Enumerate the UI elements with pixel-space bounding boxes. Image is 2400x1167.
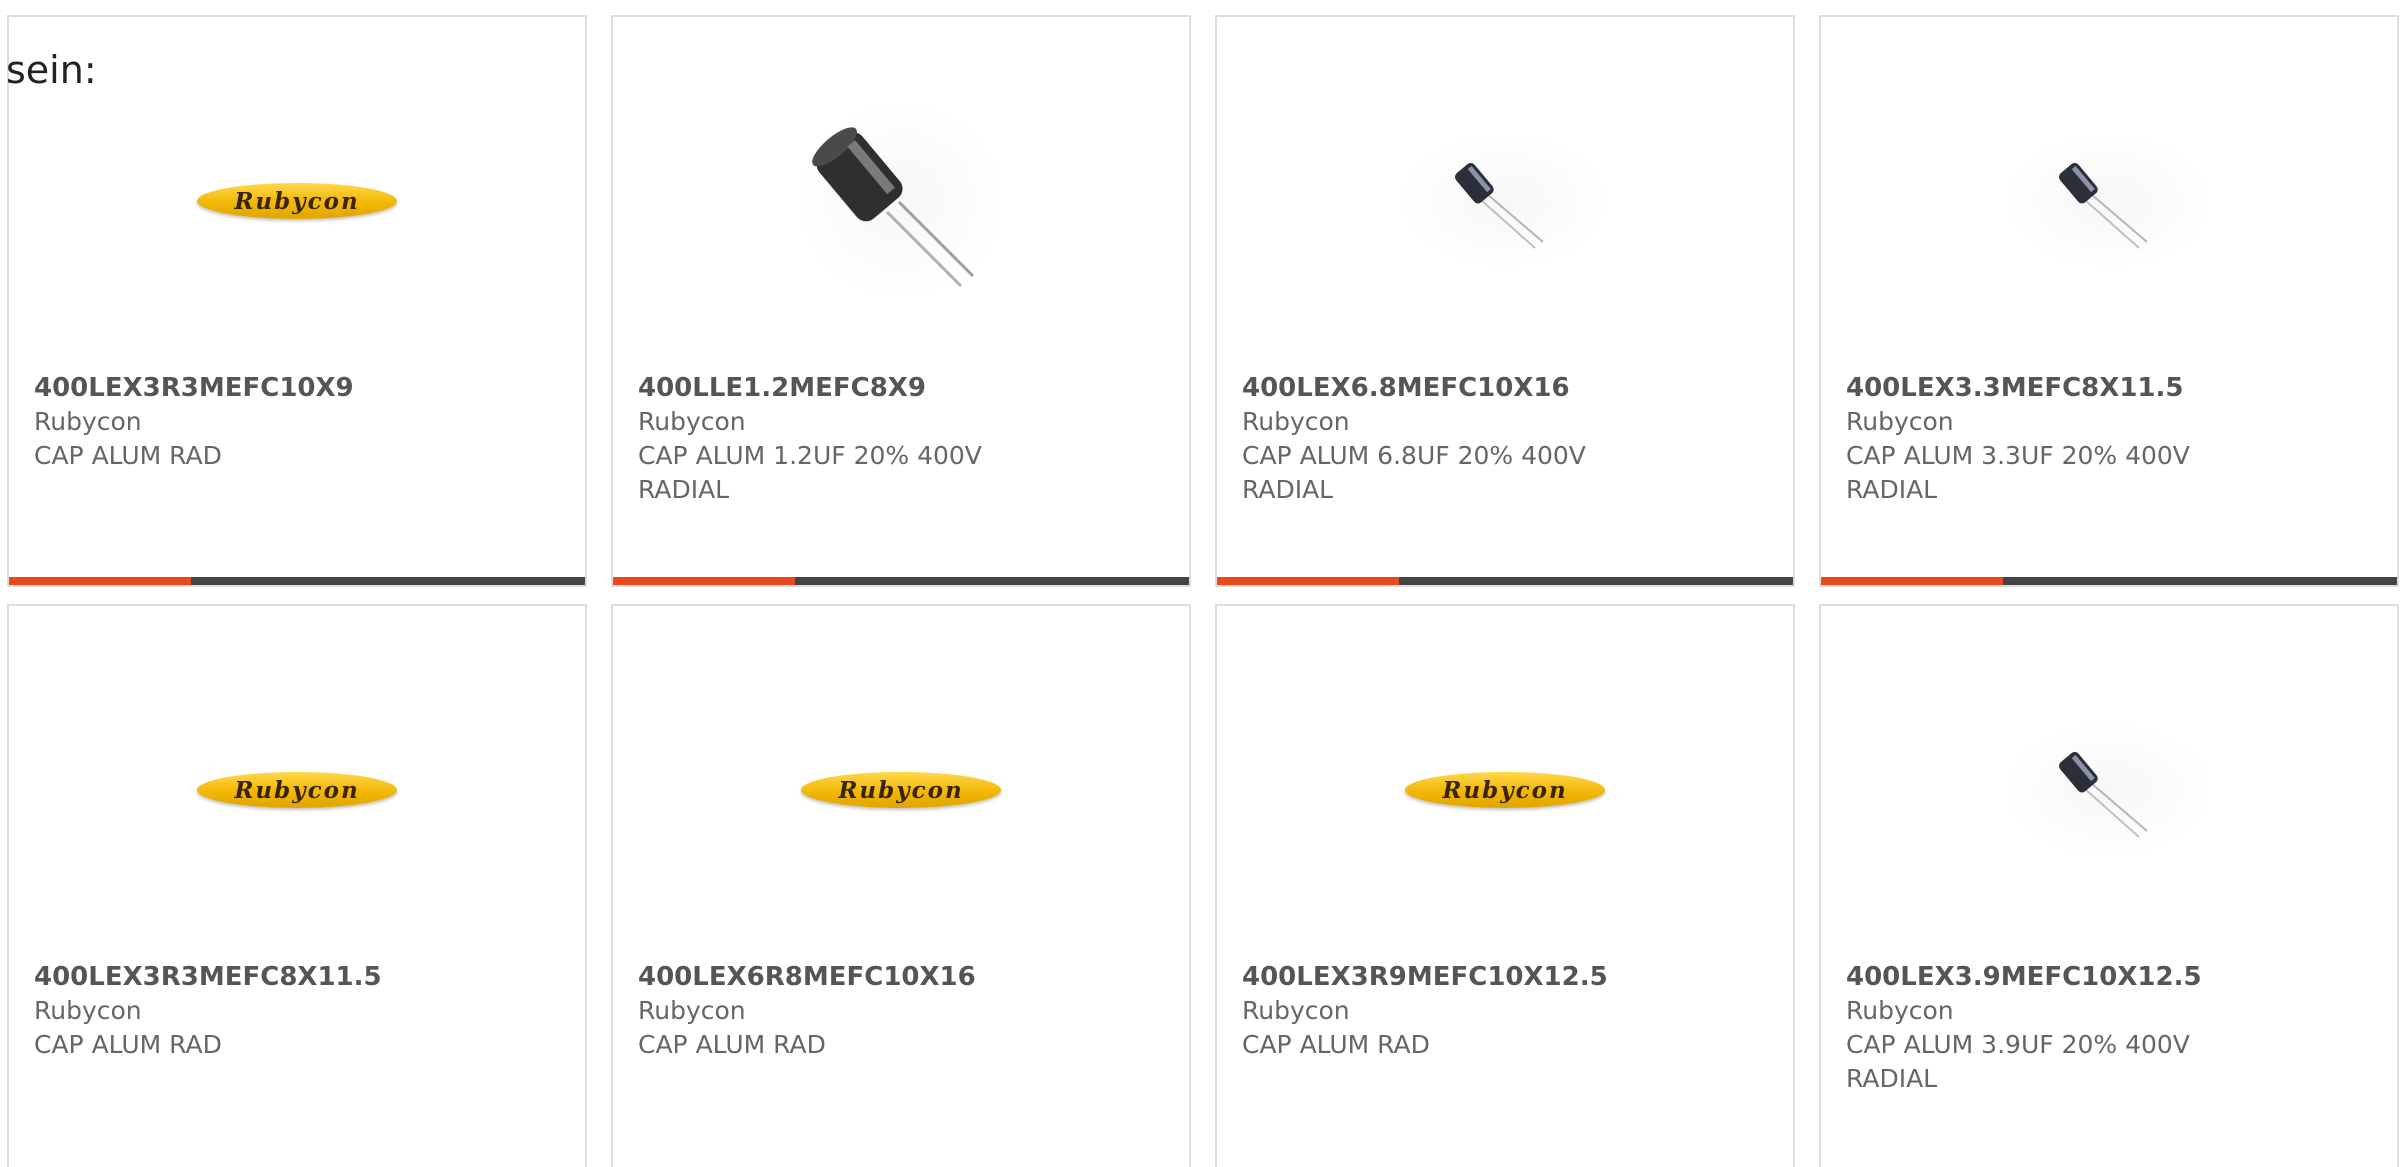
product-description-line2: RADIAL bbox=[1846, 1064, 1938, 1093]
product-description: CAP ALUM 6.8UF 20% 400V bbox=[1242, 441, 1586, 470]
capacitor-icon bbox=[1454, 163, 1544, 249]
product-description-line2: RADIAL bbox=[638, 475, 730, 504]
card-footer-bar bbox=[1821, 577, 2397, 585]
intro-text: sein: bbox=[6, 48, 97, 92]
part-number[interactable]: 400LEX3.9MEFC10X12.5 bbox=[1846, 960, 2377, 994]
product-card[interactable]: 400LLE1.2MEFC8X9 Rubycon CAP ALUM 1.2UF … bbox=[611, 15, 1191, 587]
manufacturer-name: Rubycon bbox=[1242, 996, 1350, 1025]
card-accent-bar bbox=[613, 577, 795, 585]
product-description: CAP ALUM 3.3UF 20% 400V bbox=[1846, 441, 2190, 470]
part-number[interactable]: 400LEX6.8MEFC10X16 bbox=[1242, 371, 1773, 405]
product-image: Rubycon bbox=[197, 101, 397, 301]
part-number[interactable]: 400LEX3.3MEFC8X11.5 bbox=[1846, 371, 2377, 405]
manufacturer-name: Rubycon bbox=[1846, 996, 1954, 1025]
product-card[interactable]: 400LEX3.3MEFC8X11.5 Rubycon CAP ALUM 3.3… bbox=[1819, 15, 2399, 587]
rubycon-logo: Rubycon bbox=[197, 183, 397, 219]
manufacturer-name: Rubycon bbox=[1242, 407, 1350, 436]
product-description: CAP ALUM 1.2UF 20% 400V bbox=[638, 441, 982, 470]
product-description: CAP ALUM RAD bbox=[638, 1030, 826, 1059]
manufacturer-name: Rubycon bbox=[1846, 407, 1954, 436]
product-image bbox=[2009, 101, 2209, 301]
capacitor-icon bbox=[2058, 163, 2148, 249]
card-footer-bar bbox=[613, 577, 1189, 585]
product-image: Rubycon bbox=[1405, 690, 1605, 890]
product-image: Rubycon bbox=[197, 690, 397, 890]
capacitor-photo bbox=[2009, 725, 2209, 855]
product-image bbox=[801, 101, 1001, 301]
product-description: CAP ALUM 3.9UF 20% 400V bbox=[1846, 1030, 2190, 1059]
card-accent-bar bbox=[1821, 577, 2003, 585]
product-card[interactable]: Rubycon 400LEX3R3MEFC8X11.5 Rubycon CAP … bbox=[7, 604, 587, 1167]
capacitor-icon bbox=[812, 127, 975, 288]
manufacturer-name: Rubycon bbox=[34, 996, 142, 1025]
rubycon-logo: Rubycon bbox=[801, 772, 1001, 808]
manufacturer-name: Rubycon bbox=[34, 407, 142, 436]
part-number[interactable]: 400LLE1.2MEFC8X9 bbox=[638, 371, 1169, 405]
card-footer-bar bbox=[9, 577, 585, 585]
product-card[interactable]: Rubycon 400LEX6R8MEFC10X16 Rubycon CAP A… bbox=[611, 604, 1191, 1167]
capacitor-icon bbox=[2058, 752, 2148, 838]
capacitor-photo bbox=[801, 106, 1001, 296]
product-image bbox=[1405, 101, 1605, 301]
product-description: CAP ALUM RAD bbox=[1242, 1030, 1430, 1059]
product-image: Rubycon bbox=[801, 690, 1001, 890]
product-card[interactable]: 400LEX3.9MEFC10X12.5 Rubycon CAP ALUM 3.… bbox=[1819, 604, 2399, 1167]
part-number[interactable]: 400LEX6R8MEFC10X16 bbox=[638, 960, 1169, 994]
part-number[interactable]: 400LEX3R3MEFC8X11.5 bbox=[34, 960, 565, 994]
rubycon-logo: Rubycon bbox=[1405, 772, 1605, 808]
product-description-line2: RADIAL bbox=[1242, 475, 1334, 504]
card-footer-bar bbox=[1217, 577, 1793, 585]
card-accent-bar bbox=[9, 577, 191, 585]
product-card[interactable]: Rubycon 400LEX3R3MEFC10X9 Rubycon CAP AL… bbox=[7, 15, 587, 587]
product-grid-page: sein: Rubycon 400LEX3R3MEFC10X9 Rubycon … bbox=[0, 0, 2400, 1167]
product-card[interactable]: Rubycon 400LEX3R9MEFC10X12.5 Rubycon CAP… bbox=[1215, 604, 1795, 1167]
manufacturer-name: Rubycon bbox=[638, 996, 746, 1025]
capacitor-photo bbox=[1405, 136, 1605, 266]
part-number[interactable]: 400LEX3R9MEFC10X12.5 bbox=[1242, 960, 1773, 994]
product-description: CAP ALUM RAD bbox=[34, 1030, 222, 1059]
manufacturer-name: Rubycon bbox=[638, 407, 746, 436]
rubycon-logo: Rubycon bbox=[197, 772, 397, 808]
product-description-line2: RADIAL bbox=[1846, 475, 1938, 504]
product-image bbox=[2009, 690, 2209, 890]
card-accent-bar bbox=[1217, 577, 1399, 585]
capacitor-photo bbox=[2009, 136, 2209, 266]
part-number[interactable]: 400LEX3R3MEFC10X9 bbox=[34, 371, 565, 405]
product-card[interactable]: 400LEX6.8MEFC10X16 Rubycon CAP ALUM 6.8U… bbox=[1215, 15, 1795, 587]
product-description: CAP ALUM RAD bbox=[34, 441, 222, 470]
